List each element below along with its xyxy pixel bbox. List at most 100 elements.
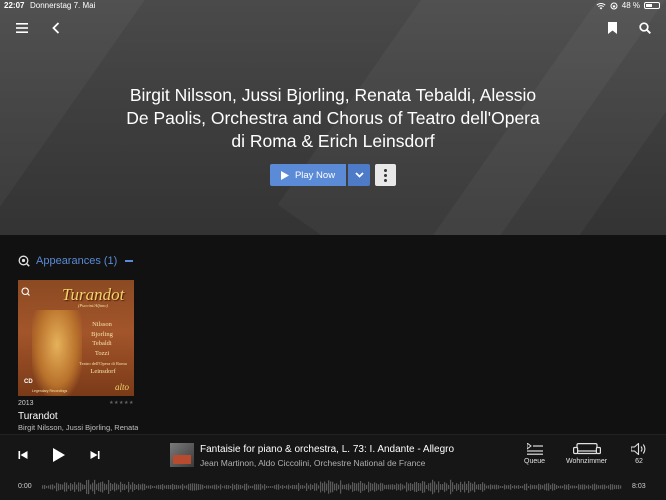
waveform-bar <box>156 485 158 489</box>
waveform-bar <box>158 484 160 490</box>
waveform-bar <box>516 485 518 489</box>
waveform-bar <box>210 485 212 489</box>
top-navigation <box>0 14 666 42</box>
artwork-detail <box>173 455 191 464</box>
menu-button[interactable] <box>10 16 34 40</box>
waveform-bar <box>96 484 98 490</box>
more-options-button[interactable] <box>375 164 396 186</box>
waveform-bar <box>350 485 352 489</box>
waveform-bar <box>276 484 278 490</box>
waveform-bar <box>134 484 136 490</box>
track-artists[interactable]: Jean Martinon, Aldo Ciccolini, Orchestre… <box>200 458 425 468</box>
waveform-bar <box>80 482 82 492</box>
waveform-bar <box>396 483 398 491</box>
waveform-bar <box>232 483 234 491</box>
waveform-bar <box>126 485 128 489</box>
waveform-bar <box>288 484 290 490</box>
waveform-bar <box>266 485 268 489</box>
waveform-bar <box>190 483 192 491</box>
waveform-bar <box>404 485 406 489</box>
previous-button[interactable] <box>16 448 30 462</box>
waveform-bar <box>310 483 312 491</box>
album-cover[interactable]: Turandot (Puccini/Alfano) Nilsson Bjorli… <box>18 280 134 396</box>
waveform-bar <box>588 484 590 490</box>
waveform-bar <box>468 480 470 494</box>
waveform-bar <box>138 483 140 491</box>
queue-button[interactable]: Queue <box>524 443 545 465</box>
waveform-bar <box>104 483 106 491</box>
elapsed-time: 0:00 <box>18 483 32 490</box>
waveform-bar <box>364 483 366 491</box>
appearances-section-header[interactable]: Appearances (1) <box>18 253 134 269</box>
waveform-scrubber[interactable] <box>42 479 622 495</box>
waveform-bar <box>262 485 264 489</box>
collapse-icon[interactable] <box>125 260 134 262</box>
waveform-bar <box>406 482 408 492</box>
artist-name-line: Birgit Nilsson, Jussi Bjorling, Renata T… <box>129 85 537 105</box>
status-indicators: 48 % <box>596 1 660 10</box>
waveform-bar <box>188 483 190 491</box>
album-card[interactable]: Turandot (Puccini/Alfano) Nilsson Bjorli… <box>18 280 138 432</box>
waveform-bar <box>218 485 220 489</box>
dot <box>384 168 387 172</box>
waveform-bar <box>144 484 146 490</box>
waveform-bar <box>352 482 354 492</box>
waveform-bar <box>150 484 152 490</box>
waveform-bar <box>362 482 364 492</box>
waveform-bar <box>428 483 430 491</box>
waveform-bar <box>460 481 462 493</box>
waveform-bar <box>378 484 380 490</box>
waveform-bar <box>192 483 194 491</box>
zone-button[interactable]: Wohnzimmer <box>566 443 607 465</box>
waveform-bar <box>128 481 130 493</box>
bookmark-button[interactable] <box>600 16 624 40</box>
waveform-bar <box>230 485 232 489</box>
cover-cast-name: Tebaldi <box>92 340 112 347</box>
waveform-bar <box>530 484 532 490</box>
hamburger-icon <box>16 23 28 33</box>
waveform-bar <box>54 485 56 489</box>
waveform-bar <box>374 482 376 492</box>
waveform-bar <box>344 484 346 490</box>
waveform-bar <box>252 485 254 489</box>
waveform-bar <box>456 483 458 491</box>
play-now-label: Play Now <box>294 169 336 181</box>
cover-series: Legendary Recordings <box>32 389 68 393</box>
rating-stars[interactable]: ★★★★★ <box>109 400 134 406</box>
waveform-bar <box>472 483 474 491</box>
play-now-button[interactable]: Play Now <box>270 164 346 186</box>
waveform-bar <box>52 484 54 490</box>
waveform-bar <box>304 485 306 489</box>
waveform-bar <box>64 482 66 492</box>
waveform-bar <box>478 484 480 490</box>
play-options-dropdown[interactable] <box>348 164 370 186</box>
track-artwork[interactable] <box>170 443 194 467</box>
play-button[interactable] <box>50 446 68 464</box>
volume-button[interactable]: 62 <box>631 443 647 465</box>
waveform-bar <box>436 484 438 490</box>
next-button[interactable] <box>88 448 102 462</box>
qobuz-badge-icon <box>21 283 30 301</box>
waveform-bar <box>340 480 342 494</box>
waveform-bar <box>308 485 310 489</box>
waveform-bar <box>526 483 528 491</box>
waveform-bar <box>388 484 390 490</box>
chevron-down-icon <box>354 172 364 178</box>
waveform-bar <box>480 483 482 491</box>
back-button[interactable] <box>44 16 68 40</box>
waveform-bar <box>120 481 122 493</box>
waveform-bar <box>538 483 540 491</box>
waveform-bar <box>322 483 324 491</box>
waveform-bar <box>204 486 206 488</box>
album-year: 2013 <box>18 400 34 407</box>
track-title[interactable]: Fantaisie for piano & orchestra, L. 73: … <box>200 444 454 455</box>
waveform-bar <box>98 482 100 492</box>
search-button[interactable] <box>633 16 657 40</box>
waveform-bar <box>320 481 322 493</box>
waveform-bar <box>220 484 222 490</box>
waveform-bar <box>546 483 548 491</box>
waveform-bar <box>48 485 50 489</box>
waveform-bar <box>182 483 184 491</box>
waveform-bar <box>422 480 424 494</box>
waveform-bar <box>216 484 218 490</box>
